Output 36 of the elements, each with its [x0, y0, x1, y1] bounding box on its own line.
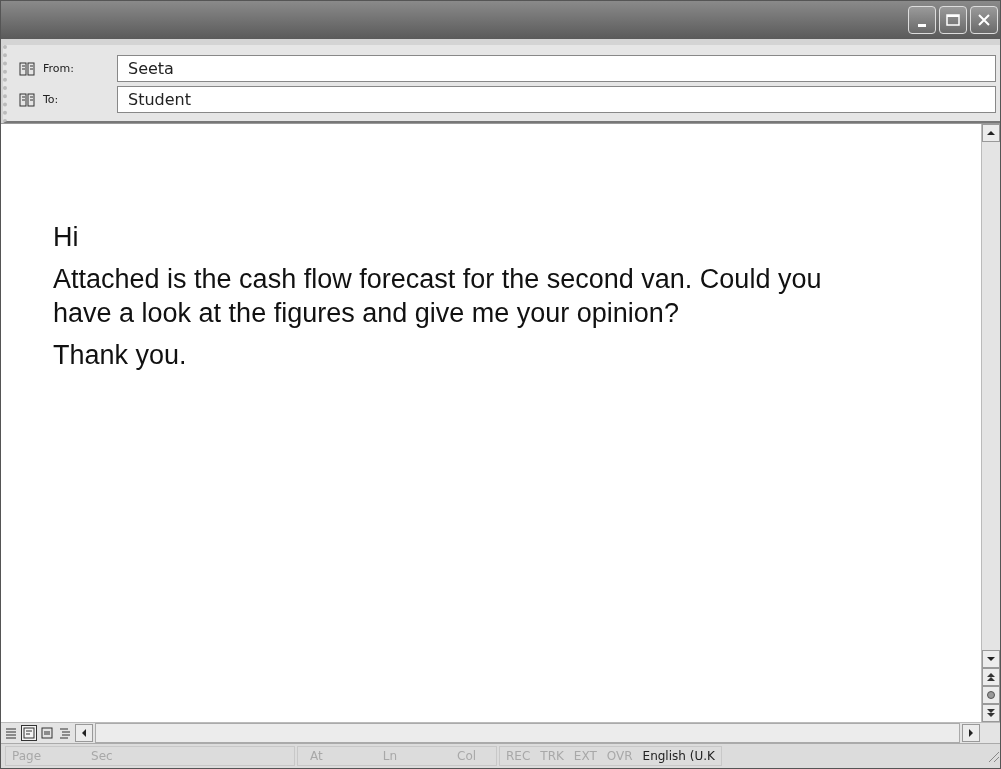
- field-label: From:: [43, 62, 74, 75]
- right-arrow-icon: [968, 729, 974, 737]
- scroll-right-button[interactable]: [962, 724, 980, 742]
- down-arrow-icon: [987, 656, 995, 662]
- address-book-icon[interactable]: [19, 92, 35, 107]
- circle-icon: [987, 691, 995, 699]
- browse-object-button[interactable]: [982, 686, 1000, 704]
- message-paragraph: Thank you.: [53, 339, 188, 372]
- up-arrow-icon: [987, 130, 995, 136]
- message-paragraph: Attached is the cash flow forecast for the second van. Could you have a look at the figures and give me your opinion?: [53, 263, 823, 330]
- address-book-icon[interactable]: [19, 61, 35, 76]
- from-field[interactable]: Seeta: [117, 55, 996, 82]
- maximize-icon: [945, 13, 961, 27]
- minimize-icon: [918, 23, 926, 27]
- view-icon: [22, 726, 36, 740]
- double-down-arrow-icon: [987, 709, 995, 717]
- next-page-button[interactable]: [982, 704, 1000, 722]
- close-icon: [977, 13, 991, 27]
- status-text: English (U.K: [642, 749, 715, 763]
- to-field[interactable]: Student: [117, 86, 996, 113]
- scroll-left-button[interactable]: [75, 724, 93, 742]
- maximize-button[interactable]: [939, 6, 967, 34]
- message-paragraph: Hi: [53, 221, 80, 254]
- field-label: To:: [43, 93, 59, 106]
- previous-page-button[interactable]: [982, 668, 1000, 686]
- resize-grip-icon[interactable]: [986, 749, 1000, 763]
- view-icon: [58, 726, 72, 740]
- view-icon: [4, 726, 18, 740]
- scroll-down-button[interactable]: [982, 650, 1000, 668]
- close-button[interactable]: [970, 6, 998, 34]
- double-up-arrow-icon: [987, 673, 995, 681]
- left-arrow-icon: [81, 729, 87, 737]
- view-button[interactable]: [21, 725, 37, 741]
- view-icon: [40, 726, 54, 740]
- minimize-button[interactable]: [908, 6, 936, 34]
- scroll-up-button[interactable]: [982, 124, 1000, 142]
